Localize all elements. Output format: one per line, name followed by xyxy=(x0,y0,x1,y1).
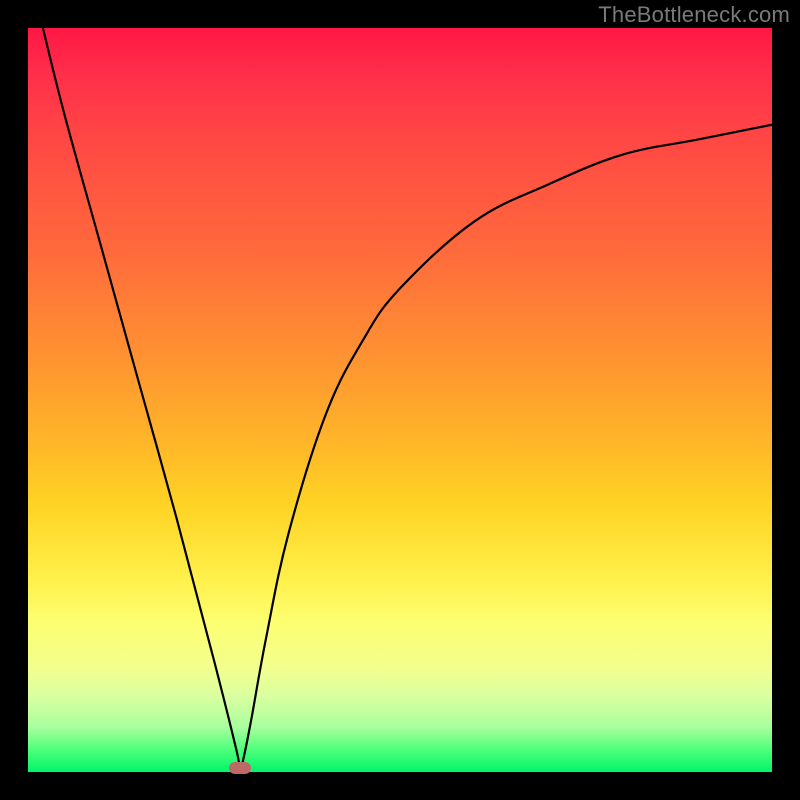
plot-area xyxy=(28,28,772,772)
curve-svg xyxy=(28,28,772,772)
minimum-marker xyxy=(229,762,251,774)
watermark-text: TheBottleneck.com xyxy=(598,2,790,28)
bottleneck-curve-path xyxy=(43,28,772,770)
chart-frame: TheBottleneck.com xyxy=(0,0,800,800)
